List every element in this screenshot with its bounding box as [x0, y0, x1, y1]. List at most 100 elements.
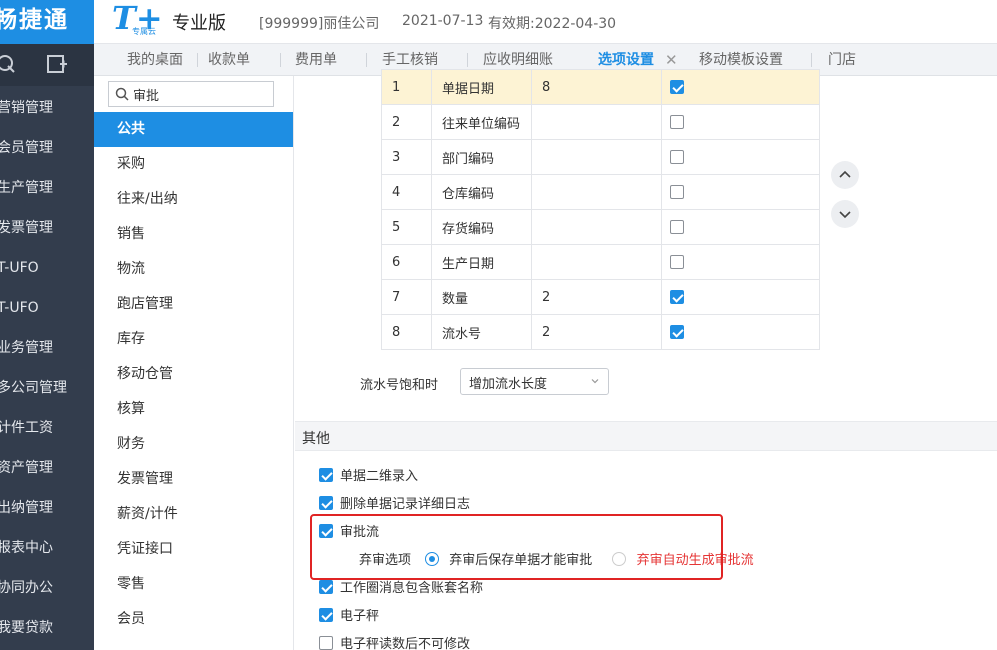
move-down-button[interactable] — [831, 200, 859, 228]
category-item[interactable]: 核算 — [94, 392, 293, 427]
checkbox[interactable] — [319, 496, 333, 510]
serial-rule-table: 1 单据日期 8 2 往来单位编码 3 部门编码 4 仓库编码 5 存货编码 6 生产日期 7 数量 2 8 流水… — [381, 69, 820, 350]
row-number: 4 — [381, 174, 432, 210]
table-row[interactable]: 6 生产日期 — [381, 244, 820, 280]
category-item[interactable]: 财务 — [94, 427, 293, 462]
serial-select-value: 增加流水长度 — [469, 377, 548, 392]
search-icon — [115, 87, 129, 101]
category-item[interactable]: 销售 — [94, 217, 293, 252]
field-length — [531, 139, 662, 175]
radio-auto-approval-flow[interactable] — [612, 552, 627, 566]
nav-item[interactable]: T-UFO — [0, 248, 94, 288]
nav-item[interactable]: 我要贷款 — [0, 608, 94, 648]
checkbox[interactable] — [670, 115, 684, 129]
category-item[interactable]: 移动仓管 — [94, 357, 293, 392]
checkbox[interactable] — [670, 185, 684, 199]
option-delete-log[interactable]: 删除单据记录详细日志 — [319, 493, 471, 512]
nav-item[interactable]: 协同办公 — [0, 568, 94, 608]
radio-save-then-approve[interactable] — [425, 552, 440, 566]
logo-sub: 专属云 — [132, 27, 156, 36]
table-row[interactable]: 4 仓库编码 — [381, 174, 820, 210]
search-input[interactable] — [133, 84, 269, 104]
tab-desktop[interactable]: 我的桌面 — [127, 44, 183, 76]
field-length: 8 — [531, 69, 662, 105]
category-item[interactable]: 薪资/计件 — [94, 497, 293, 532]
field-length — [531, 174, 662, 210]
tab-expense[interactable]: 费用单 — [295, 44, 337, 76]
add-window-icon[interactable] — [46, 53, 68, 75]
category-item[interactable]: 物流 — [94, 252, 293, 287]
option-approval-flow[interactable]: 审批流 — [319, 521, 380, 540]
nav-item[interactable]: 业务管理 — [0, 328, 94, 368]
checkbox-cell — [661, 69, 820, 105]
nav-item[interactable]: 报表中心 — [0, 528, 94, 568]
checkbox[interactable] — [319, 636, 333, 650]
field-length: 2 — [531, 314, 662, 350]
row-number: 2 — [381, 104, 432, 140]
nav-item[interactable]: T-UFO — [0, 288, 94, 328]
checkbox[interactable] — [319, 524, 333, 538]
checkbox[interactable] — [670, 220, 684, 234]
tab-separator — [280, 53, 281, 67]
nav-item[interactable]: 出纳管理 — [0, 488, 94, 528]
tab-receipt[interactable]: 收款单 — [208, 44, 250, 76]
table-row[interactable]: 2 往来单位编码 — [381, 104, 820, 140]
option-electronic-scale[interactable]: 电子秤 — [319, 605, 380, 624]
category-item[interactable]: 发票管理 — [94, 462, 293, 497]
checkbox[interactable] — [319, 580, 333, 594]
category-item[interactable]: 跑店管理 — [94, 287, 293, 322]
category-item[interactable]: 采购 — [94, 147, 293, 182]
table-row[interactable]: 8 流水号 2 — [381, 314, 820, 350]
nav-item[interactable]: 多公司管理 — [0, 368, 94, 408]
checkbox[interactable] — [670, 150, 684, 164]
nav-item[interactable]: 营销管理 — [0, 88, 94, 128]
category-item[interactable]: 凭证接口 — [94, 532, 293, 567]
chevron-up-icon — [839, 170, 851, 178]
category-item[interactable]: 库存 — [94, 322, 293, 357]
nav-item[interactable]: 资产管理 — [0, 448, 94, 488]
checkbox[interactable] — [319, 608, 333, 622]
search-icon[interactable] — [0, 53, 18, 75]
category-item-public[interactable]: 公共 — [94, 112, 293, 147]
checkbox[interactable] — [670, 290, 684, 304]
option-work-circle-name[interactable]: 工作圈消息包含账套名称 — [319, 577, 483, 596]
category-item[interactable]: 往来/出纳 — [94, 182, 293, 217]
checkbox[interactable] — [670, 255, 684, 269]
checkbox-cell — [661, 244, 820, 280]
chevron-down-icon — [591, 379, 599, 384]
checkbox-cell — [661, 209, 820, 245]
table-row[interactable]: 7 数量 2 — [381, 279, 820, 315]
category-list: 公共 采购 往来/出纳 销售 物流 跑店管理 库存 移动仓管 核算 财务 发票管… — [94, 112, 293, 637]
table-row[interactable]: 3 部门编码 — [381, 139, 820, 175]
product-logo: T+ 专属云 — [112, 0, 172, 40]
checkbox[interactable] — [319, 468, 333, 482]
app-root: 畅捷通 营销管理 会员管理 生产管理 发票管理 T-UFO T-UFO 业务管理… — [0, 0, 997, 650]
option-qr-entry[interactable]: 单据二维录入 — [319, 465, 418, 484]
category-item[interactable]: 会员 — [94, 602, 293, 637]
option-label: 审批流 — [340, 525, 380, 540]
other-section-header: 其他 — [295, 421, 997, 451]
table-row[interactable]: 5 存货编码 — [381, 209, 820, 245]
checkbox-cell — [661, 279, 820, 315]
nav-item[interactable]: 会员管理 — [0, 128, 94, 168]
option-label: 电子秤 — [340, 609, 380, 624]
row-number: 7 — [381, 279, 432, 315]
row-number: 6 — [381, 244, 432, 280]
option-label: 删除单据记录详细日志 — [340, 497, 471, 512]
section-title: 其他 — [302, 431, 330, 447]
category-item[interactable]: 零售 — [94, 567, 293, 602]
abandon-options: 弃审选项 弃审后保存单据才能审批 弃审自动生成审批流 — [359, 549, 754, 568]
checkbox[interactable] — [670, 325, 684, 339]
checkbox-cell — [661, 104, 820, 140]
tab-store[interactable]: 门店 — [828, 44, 856, 76]
serial-saturation-select[interactable]: 增加流水长度 — [460, 368, 609, 395]
table-row[interactable]: 1 单据日期 8 — [381, 69, 820, 105]
row-number: 3 — [381, 139, 432, 175]
checkbox[interactable] — [670, 80, 684, 94]
nav-item[interactable]: 计件工资 — [0, 408, 94, 448]
nav-item[interactable]: 生产管理 — [0, 168, 94, 208]
move-up-button[interactable] — [831, 161, 859, 189]
nav-item[interactable]: 发票管理 — [0, 208, 94, 248]
option-scale-readonly[interactable]: 电子秤读数后不可修改 — [319, 633, 470, 650]
company-name: [999999]丽佳公司 — [259, 16, 380, 32]
